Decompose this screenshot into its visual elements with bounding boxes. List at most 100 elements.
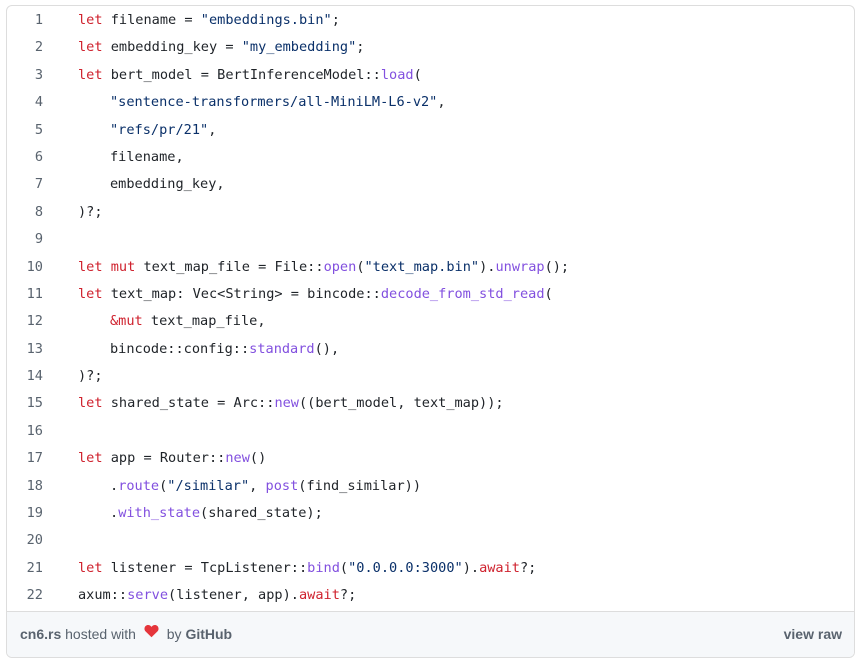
- code-token: axum::: [78, 587, 128, 604]
- line-number[interactable]: 3: [7, 62, 43, 89]
- keyword-token: let: [78, 66, 103, 83]
- line-number[interactable]: 11: [7, 281, 43, 308]
- heart-icon: [144, 611, 159, 656]
- line-number[interactable]: 1: [7, 7, 43, 34]
- code-token: text_map: Vec<String> = bincode::: [102, 285, 381, 302]
- line-number[interactable]: 9: [7, 226, 43, 253]
- line-number[interactable]: 21: [7, 555, 43, 582]
- line-number[interactable]: 12: [7, 308, 43, 335]
- line-number[interactable]: 22: [7, 582, 43, 609]
- code-line: 12 &mut text_map_file,: [7, 308, 854, 335]
- function-token: unwrap: [495, 258, 545, 275]
- gist-footer-actions: view raw: [784, 612, 842, 657]
- code-line: 17 let app = Router::new(): [7, 445, 854, 472]
- line-number[interactable]: 10: [7, 254, 43, 281]
- code-token: ).: [462, 559, 480, 576]
- code-token: .: [110, 477, 119, 494]
- code-line: 3 let bert_model = BertInferenceModel::lo…: [7, 62, 854, 89]
- code-token: (find_similar)): [298, 477, 422, 494]
- code-token: ,: [437, 94, 446, 111]
- code-line: 10 let mut text_map_file = File::open("te…: [7, 254, 854, 281]
- keyword-token: await: [298, 587, 340, 604]
- code-token: ;: [356, 39, 365, 56]
- line-number[interactable]: 18: [7, 473, 43, 500]
- keyword-token: let: [78, 12, 103, 28]
- string-token: "text_map.bin": [364, 258, 480, 275]
- string-token: "0.0.0.0:3000": [348, 559, 463, 576]
- keyword-token: await: [479, 559, 520, 576]
- function-token: serve: [127, 587, 169, 604]
- code-line: 18 .route("/similar", post(find_similar)): [7, 473, 854, 500]
- code-token: app = Router::: [102, 450, 226, 467]
- code-token: text_map_file,: [142, 313, 266, 330]
- code-token: ((bert_model, text_map));: [299, 395, 504, 412]
- function-token: post: [265, 477, 299, 494]
- keyword-token: let: [78, 39, 103, 56]
- code-token: listener = TcpListener::: [102, 559, 308, 576]
- line-code: )?;: [78, 363, 103, 390]
- file-link[interactable]: cn6.rs: [20, 626, 61, 642]
- code-line: 14)?;: [7, 363, 854, 390]
- function-token: standard: [249, 340, 315, 357]
- line-code: let bert_model = BertInferenceModel::loa…: [78, 62, 422, 89]
- keyword-token: let: [78, 258, 103, 275]
- code-line: 4 "sentence-transformers/all-MiniLM-L6-v2…: [7, 89, 854, 116]
- code-token: )?;: [78, 368, 103, 385]
- function-token: with_state: [118, 505, 201, 522]
- line-number[interactable]: 14: [7, 363, 43, 390]
- code-token: embedding_key =: [102, 39, 242, 56]
- function-token: route: [118, 477, 160, 494]
- line-number[interactable]: 20: [7, 527, 43, 554]
- line-code: let text_map: Vec<String> = bincode::dec…: [78, 281, 553, 308]
- keyword-token: let: [78, 395, 103, 412]
- code-token: bincode::config::: [110, 340, 250, 357]
- keyword-token: let: [78, 285, 103, 302]
- line-number[interactable]: 7: [7, 171, 43, 198]
- code-line: 21 let listener = TcpListener::bind("0.0.…: [7, 555, 854, 582]
- line-code: let app = Router::new(): [78, 445, 266, 472]
- line-number[interactable]: 6: [7, 144, 43, 171]
- code-token: ).: [479, 258, 496, 275]
- line-number[interactable]: 5: [7, 117, 43, 144]
- line-code: axum::serve(listener, app).await?;: [78, 582, 356, 609]
- line-number[interactable]: 15: [7, 390, 43, 417]
- line-number[interactable]: 4: [7, 89, 43, 116]
- code-token: ?;: [339, 587, 357, 604]
- code-token: )?;: [78, 203, 103, 220]
- string-token: "/similar": [167, 477, 250, 494]
- keyword-token: mut: [110, 258, 136, 275]
- line-number[interactable]: 19: [7, 500, 43, 527]
- code-token: embedding_key,: [110, 176, 225, 193]
- line-code: let listener = TcpListener::bind("0.0.0.…: [78, 555, 536, 582]
- function-token: new: [274, 395, 299, 412]
- string-token: "my_embedding": [241, 39, 357, 56]
- code-token: ();: [544, 258, 570, 275]
- line-number[interactable]: 2: [7, 34, 43, 61]
- code-line: 13 bincode::config::standard(),: [7, 336, 854, 363]
- code-token: (listener, app).: [168, 587, 299, 604]
- line-number[interactable]: 8: [7, 199, 43, 226]
- code-line: 7 embedding_key,: [7, 171, 854, 198]
- line-code: "refs/pr/21",: [110, 117, 216, 144]
- gist-footer: cn6.rs hosted with by GitHub view raw: [7, 611, 854, 657]
- function-token: bind: [307, 559, 340, 576]
- keyword-token: let: [78, 450, 103, 467]
- line-number[interactable]: 17: [7, 445, 43, 472]
- gist-container: 1 let filename = "embeddings.bin"; 2 let em…: [6, 5, 855, 658]
- function-token: decode_from_std_read: [380, 285, 545, 302]
- github-link[interactable]: GitHub: [185, 626, 232, 642]
- line-number[interactable]: 13: [7, 336, 43, 363]
- view-raw-link[interactable]: view raw: [784, 626, 842, 642]
- line-code: bincode::config::standard(),: [110, 336, 339, 363]
- keyword-token: let: [78, 559, 103, 576]
- code-token: (: [339, 559, 349, 576]
- function-token: load: [380, 66, 414, 83]
- line-code: let mut text_map_file = File::open("text…: [78, 254, 569, 281]
- code-token: (: [413, 66, 422, 83]
- line-code: let shared_state = Arc::new((bert_model,…: [78, 390, 504, 417]
- line-number[interactable]: 16: [7, 418, 43, 445]
- code-line: 9: [7, 226, 854, 253]
- code-block: 1 let filename = "embeddings.bin"; 2 let em…: [7, 6, 854, 613]
- gist-footer-credits: cn6.rs hosted with by GitHub: [20, 612, 232, 657]
